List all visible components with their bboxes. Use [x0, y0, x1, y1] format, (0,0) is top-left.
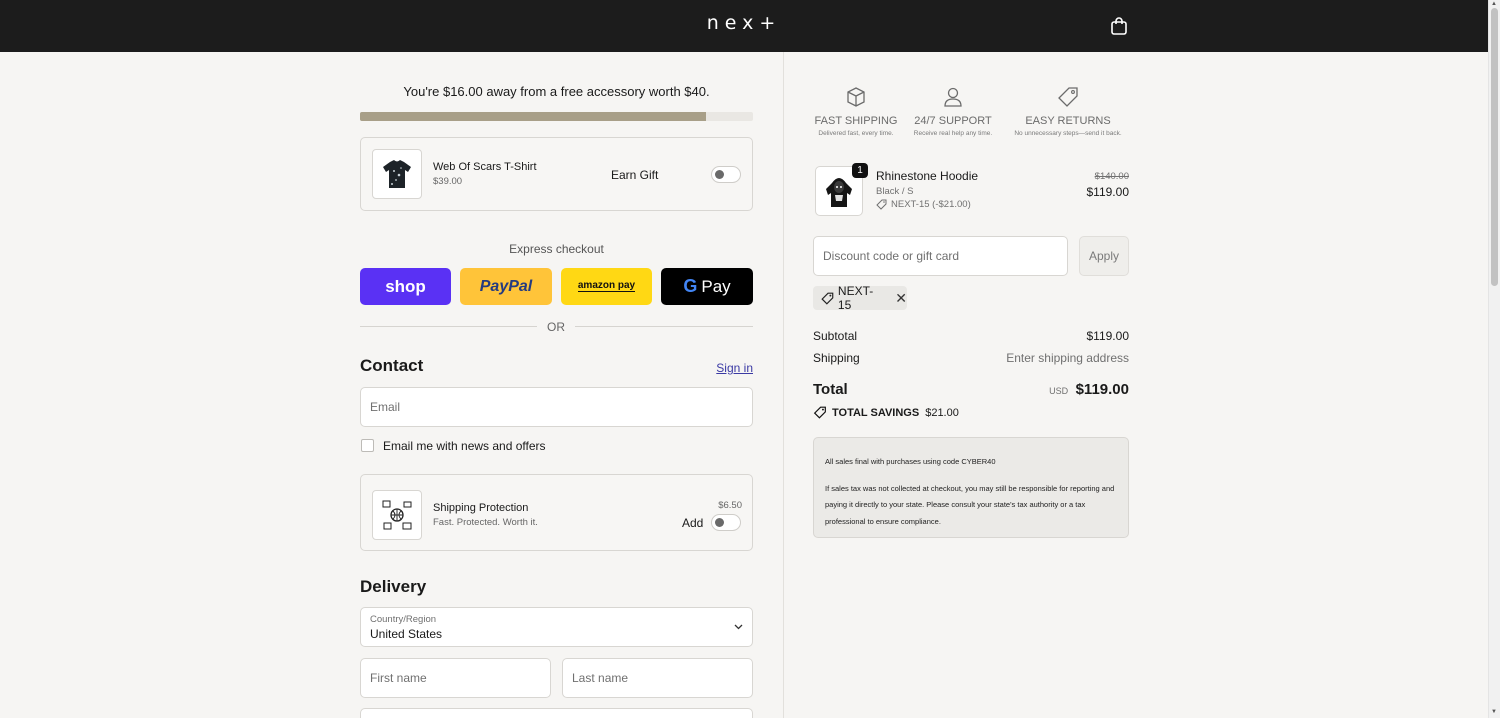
top-bar: nex+	[0, 0, 1488, 52]
newsletter-label: Email me with news and offers	[383, 439, 546, 453]
shipping-protection-card: Shipping Protection Fast. Protected. Wor…	[360, 474, 753, 551]
scrollbar-thumb[interactable]	[1491, 8, 1498, 286]
shop-pay-button[interactable]: shop	[360, 268, 451, 305]
order-item-variant: Black / S	[876, 186, 914, 197]
feature-returns: EASY RETURNS No unnecessary steps—send i…	[1004, 86, 1132, 137]
tshirt-image	[383, 160, 411, 188]
total-savings-value: $21.00	[925, 406, 959, 419]
brand-logo[interactable]: nex+	[0, 12, 1488, 34]
notice-line-1: All sales final with purchases using cod…	[825, 457, 996, 466]
feature-subtitle: No unnecessary steps—send it back.	[1014, 130, 1122, 137]
free-gift-progress-text: You're $16.00 away from a free accessory…	[403, 84, 710, 99]
country-select-value: United States	[370, 627, 443, 641]
hoodie-image	[826, 178, 852, 207]
gift-item-price: $39.00	[433, 176, 463, 187]
tshirt-thumbnail	[372, 149, 422, 199]
shipping-protection-price: $6.50	[718, 500, 742, 511]
amazon-pay-button[interactable]: amazon pay	[561, 268, 652, 305]
order-item-discount-text: NEXT-15 (-$21.00)	[891, 199, 971, 210]
notice-line-2: If sales tax was not collected at checko…	[825, 483, 1115, 526]
google-pay-label: Pay	[701, 276, 731, 296]
delivery-heading: Delivery	[360, 577, 427, 596]
google-g-icon: G	[683, 276, 698, 296]
discount-tag-icon	[821, 292, 834, 305]
address-input[interactable]	[360, 708, 753, 718]
scrollbar[interactable]: ▲ ▼	[1488, 0, 1500, 718]
total-label: Total	[813, 381, 848, 398]
remove-discount-icon[interactable]: ✕	[895, 290, 907, 307]
sign-in-link[interactable]: Sign in	[690, 361, 753, 375]
feature-title: 24/7 SUPPORT	[914, 115, 992, 127]
paypal-button[interactable]: PayPal	[460, 268, 552, 305]
earn-gift-label: Earn Gift	[611, 168, 659, 182]
order-item-discount: NEXT-15 (-$21.00)	[876, 199, 971, 210]
applied-discount-code: NEXT-15	[837, 284, 874, 312]
google-pay-button[interactable]: G Pay	[661, 268, 753, 305]
person-icon	[944, 87, 962, 107]
amazon-pay-label: amazon pay	[577, 280, 636, 292]
feature-subtitle: Receive real help any time.	[913, 130, 993, 137]
total-savings: TOTAL SAVINGS $21.00	[813, 406, 959, 419]
order-item-original-price: $140.00	[1094, 171, 1129, 182]
discount-code-input[interactable]: Discount code or gift card	[813, 236, 1068, 276]
newsletter-checkbox[interactable]	[361, 439, 374, 452]
quantity-badge: 1	[852, 163, 868, 178]
column-divider	[783, 52, 784, 718]
feature-title: EASY RETURNS	[1025, 115, 1111, 127]
or-divider-right	[575, 326, 753, 327]
country-select[interactable]: Country/Region United States	[360, 607, 753, 647]
gift-item-name: Web Of Scars T-Shirt	[433, 161, 537, 173]
total-value-group: USD $119.00	[980, 381, 1129, 399]
order-item-name: Rhinestone Hoodie	[876, 169, 979, 183]
scroll-up-arrow-icon[interactable]: ▲	[1491, 1, 1497, 7]
apply-discount-button[interactable]: Apply	[1079, 236, 1129, 276]
shipping-protection-add-label: Add	[682, 516, 704, 530]
tag-icon	[1058, 87, 1078, 107]
subtotal-label: Subtotal	[813, 329, 858, 343]
shipping-protection-toggle[interactable]	[711, 514, 741, 531]
shipping-protection-thumbnail	[372, 490, 422, 540]
first-name-input[interactable]: First name	[360, 658, 551, 698]
box-icon	[847, 87, 865, 107]
or-divider-left	[360, 326, 537, 327]
free-gift-progress-bar	[360, 112, 753, 121]
scroll-down-arrow-icon[interactable]: ▼	[1491, 709, 1497, 715]
contact-heading: Contact	[360, 356, 424, 375]
or-divider-text: OR	[547, 320, 565, 334]
shipping-protection-icon	[382, 500, 412, 530]
shipping-label: Shipping	[813, 351, 860, 365]
subtotal-value: $119.00	[1086, 329, 1130, 343]
gift-item-card: Web Of Scars T-Shirt $39.00 Earn Gift	[360, 137, 753, 211]
feature-support: 24/7 SUPPORT Receive real help any time.	[893, 86, 1013, 137]
express-checkout-label: Express checkout	[509, 242, 604, 256]
savings-tag-icon	[813, 406, 826, 419]
total-value: $119.00	[1075, 381, 1129, 398]
earn-gift-toggle[interactable]	[711, 166, 741, 183]
applied-discount-chip: NEXT-15 ✕	[813, 284, 907, 312]
chevron-down-icon	[734, 624, 743, 630]
email-input[interactable]: Email	[360, 387, 753, 427]
paypal-label: PayPal	[479, 277, 533, 295]
shipping-protection-tagline: Fast. Protected. Worth it.	[433, 517, 538, 528]
shipping-protection-title: Shipping Protection	[433, 502, 529, 514]
shop-pay-label: shop	[385, 276, 426, 296]
progress-bar-fill	[360, 112, 706, 121]
total-savings-label: TOTAL SAVINGS	[832, 406, 920, 419]
last-name-input[interactable]: Last name	[562, 658, 753, 698]
country-select-label: Country/Region	[370, 614, 437, 625]
currency-code: USD	[1049, 386, 1069, 396]
order-item-price: $119.00	[1086, 185, 1130, 199]
shopping-bag-icon[interactable]	[1110, 16, 1128, 36]
sales-notice-box: All sales final with purchases using cod…	[813, 437, 1129, 538]
shipping-value: Enter shipping address	[1006, 351, 1129, 365]
discount-tag-icon	[876, 199, 887, 210]
